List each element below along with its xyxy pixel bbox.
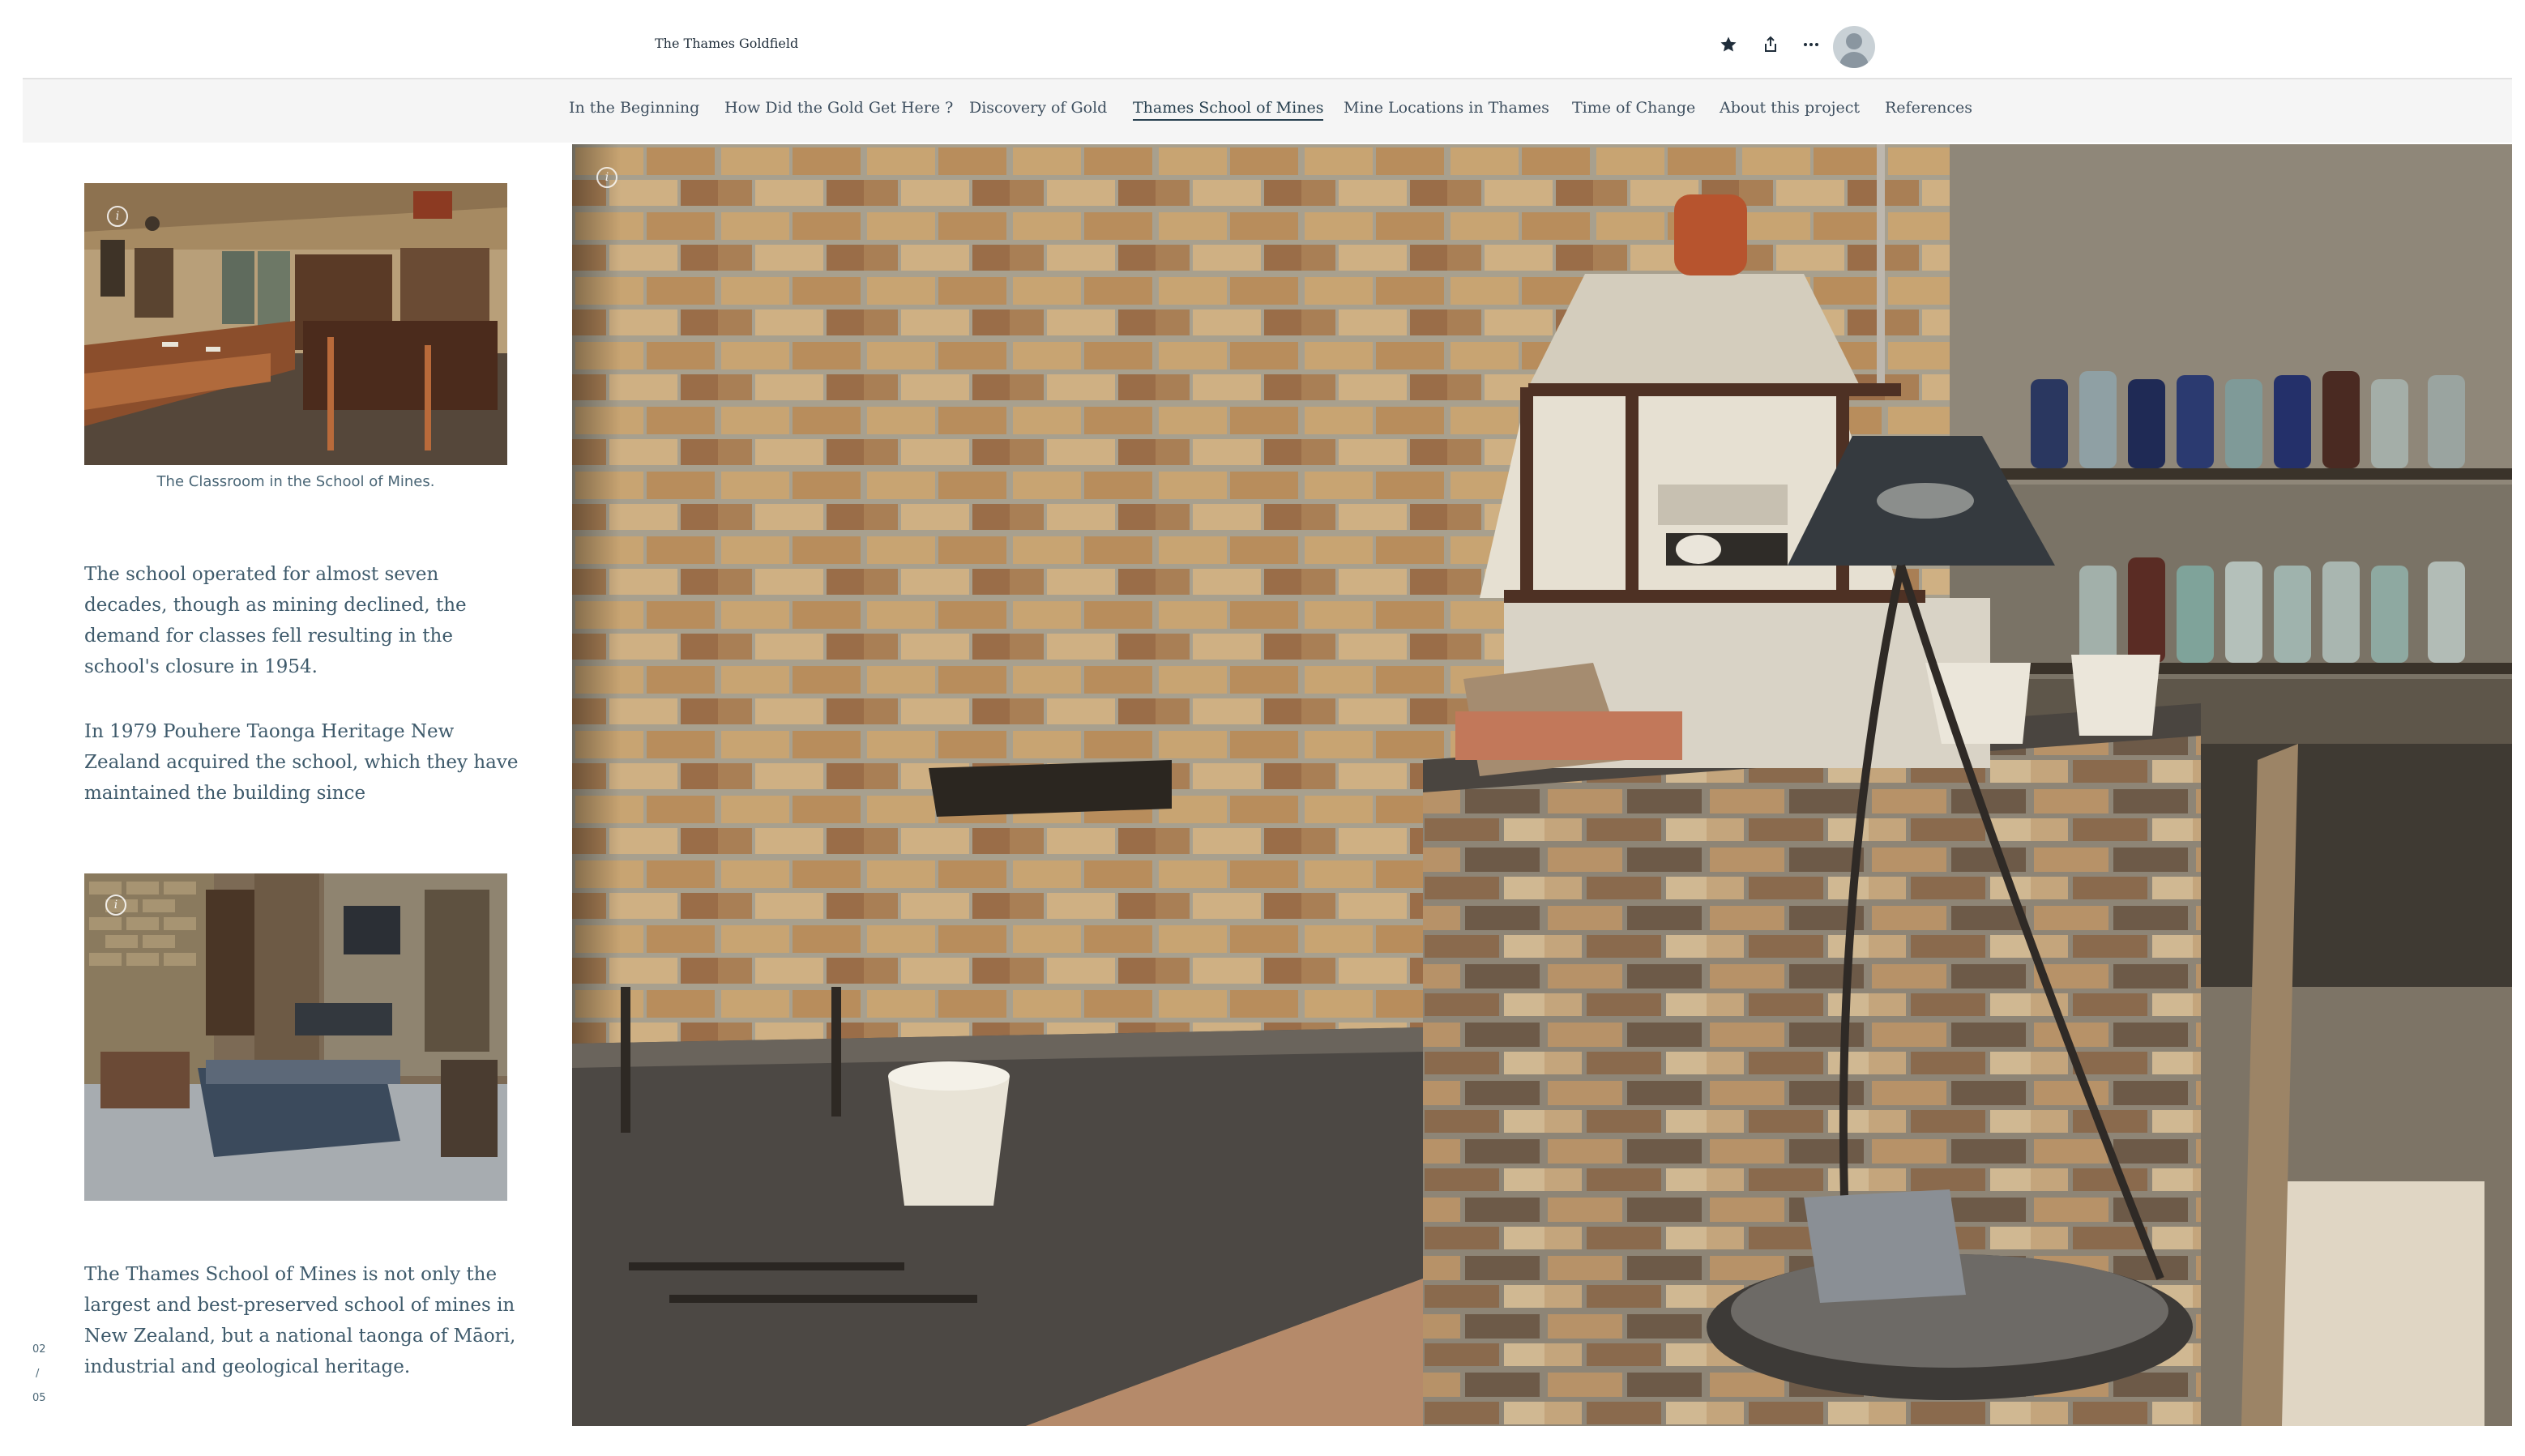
page-current: 02 <box>32 1343 46 1356</box>
nav-mine-locations-in-thames[interactable]: Mine Locations in Thames <box>1344 99 1549 117</box>
page-separator: / <box>36 1368 40 1380</box>
nav-how-did-the-gold-get-here[interactable]: How Did the Gold Get Here ? <box>724 99 953 117</box>
side-panel: i The Classroom in the School of Mines. … <box>23 144 558 1456</box>
nav-thames-school-of-mines[interactable]: Thames School of Mines <box>1133 99 1324 121</box>
story-navigation: In the Beginning How Did the Gold Get He… <box>23 79 2512 143</box>
site-title[interactable]: The Thames Goldfield <box>655 36 798 51</box>
workshop-photo[interactable]: i <box>84 873 507 1201</box>
more-icon[interactable] <box>1799 32 1823 57</box>
nav-discovery-of-gold[interactable]: Discovery of Gold <box>969 99 1107 117</box>
nav-time-of-change[interactable]: Time of Change <box>1572 99 1695 117</box>
paragraph-heritage-acquisition: In 1979 Pouhere Taonga Heritage New Zeal… <box>84 721 519 804</box>
nav-references[interactable]: References <box>1885 99 1972 117</box>
nav-in-the-beginning[interactable]: In the Beginning <box>569 99 699 117</box>
info-icon[interactable]: i <box>107 206 128 227</box>
page-total: 05 <box>32 1392 46 1404</box>
info-icon[interactable]: i <box>105 895 126 916</box>
story-app: The Thames Goldfield In the Beginning Ho… <box>23 0 2512 1456</box>
star-icon[interactable] <box>1716 32 1741 57</box>
header-bar: The Thames Goldfield <box>23 0 2512 79</box>
nav-about-this-project[interactable]: About this project <box>1720 99 1860 117</box>
classroom-photo[interactable]: i <box>84 183 507 465</box>
paragraph-heritage-significance: The Thames School of Mines is not only t… <box>84 1264 516 1377</box>
avatar-head-shape <box>1846 33 1862 49</box>
avatar[interactable] <box>1833 26 1875 68</box>
share-icon[interactable] <box>1758 32 1783 57</box>
paragraph-school-history: The school operated for almost seven dec… <box>84 564 467 677</box>
info-icon[interactable]: i <box>596 167 617 188</box>
avatar-body-shape <box>1839 52 1869 68</box>
classroom-caption: The Classroom in the School of Mines. <box>156 473 435 490</box>
hero-image-assay-room[interactable]: i <box>572 144 2512 1426</box>
